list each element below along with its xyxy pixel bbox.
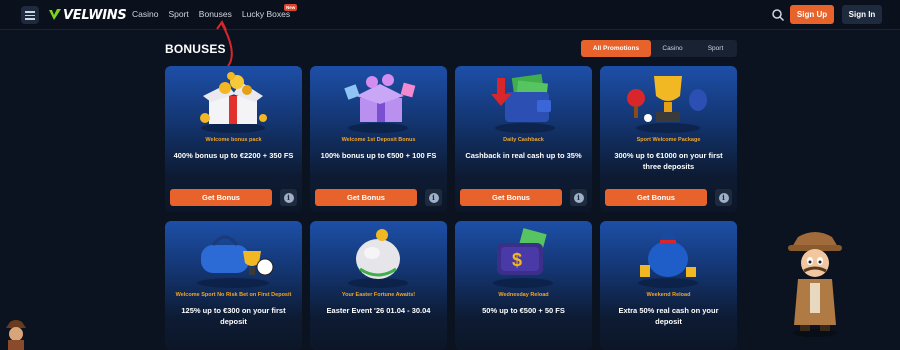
- info-button[interactable]: i: [425, 189, 442, 206]
- bonus-card: Welcome Sport No Risk Bet on First Depos…: [165, 221, 302, 350]
- new-badge: New: [284, 4, 298, 11]
- tab-all-promotions[interactable]: All Promotions: [581, 40, 651, 57]
- gift-box-icon: [200, 72, 267, 133]
- bonus-card: Sport Welcome Package 300% up to €1000 o…: [600, 66, 737, 212]
- logo-mark-icon: [49, 9, 61, 20]
- card-title: 50% up to €500 + 50 FS: [482, 306, 565, 315]
- info-button[interactable]: i: [715, 189, 732, 206]
- logo[interactable]: VELWINS: [48, 6, 127, 24]
- card-title: Easter Event '26 01.04 - 30.04: [326, 306, 431, 315]
- sports-bag-icon: [197, 235, 274, 288]
- card-tag: Daily Cashback: [503, 137, 544, 143]
- trophy-icon: [627, 76, 707, 133]
- bonus-card: Your Easter Fortune Awaits! Easter Event…: [310, 221, 447, 350]
- get-bonus-button[interactable]: Get Bonus: [170, 189, 272, 206]
- money-bag-icon: [638, 233, 698, 288]
- card-title: Cashback in real cash up to 35%: [465, 151, 582, 160]
- get-bonus-button[interactable]: Get Bonus: [605, 189, 707, 206]
- card-tag: Weekend Reload: [646, 292, 691, 298]
- card-tag: Wednesday Reload: [498, 292, 549, 298]
- info-button[interactable]: i: [570, 189, 587, 206]
- info-icon: i: [283, 192, 294, 203]
- bonus-card: $ Wednesday Reload 50% up to €500 + 50 F…: [455, 221, 592, 350]
- card-title: 300% up to €1000 on your first three dep…: [614, 151, 723, 171]
- card-tag: Welcome 1st Deposit Bonus: [341, 137, 416, 143]
- svg-text:$: $: [512, 250, 522, 270]
- search-icon[interactable]: [771, 8, 785, 22]
- menu-icon[interactable]: [21, 6, 39, 24]
- tab-casino[interactable]: Casino: [651, 40, 694, 57]
- nav-lucky-boxes[interactable]: Lucky Boxes: [242, 9, 290, 19]
- bonus-card: Weekend Reload Extra 50% real cash on yo…: [600, 221, 737, 350]
- get-bonus-button[interactable]: Get Bonus: [315, 189, 417, 206]
- info-icon: i: [718, 192, 729, 203]
- corner-mascot-icon: [6, 320, 26, 350]
- card-tag: Welcome Sport No Risk Bet on First Depos…: [175, 292, 292, 298]
- easter-egg-icon: [348, 229, 408, 288]
- bonus-card: Daily Cashback Cashback in real cash up …: [455, 66, 592, 212]
- bonus-card: Welcome 1st Deposit Bonus 100% bonus up …: [310, 66, 447, 212]
- info-button[interactable]: i: [280, 189, 297, 206]
- sign-up-button[interactable]: Sign Up: [790, 5, 834, 24]
- card-title: 100% bonus up to €500 + 100 FS: [320, 151, 437, 160]
- info-icon: i: [573, 192, 584, 203]
- top-header: VELWINS Casino Sport Bonuses Lucky Boxes…: [0, 0, 900, 30]
- info-icon: i: [428, 192, 439, 203]
- detective-mascot: [788, 232, 842, 337]
- promotion-tabs: All Promotions Casino Sport: [581, 40, 737, 57]
- card-title: 400% bonus up to €2200 + 350 FS: [173, 151, 294, 160]
- dollar-wallet-icon: $: [493, 228, 553, 288]
- bonus-card: Welcome bonus pack 400% bonus up to €220…: [165, 66, 302, 212]
- card-tag: Sport Welcome Package: [636, 137, 701, 143]
- gift-box-purple-icon: [344, 74, 416, 133]
- sign-in-button[interactable]: Sign In: [842, 5, 882, 24]
- card-title: 125% up to €300 on your first deposit: [181, 306, 286, 326]
- card-tag: Welcome bonus pack: [205, 137, 262, 143]
- tab-sport[interactable]: Sport: [694, 40, 737, 57]
- card-title: Extra 50% real cash on your deposit: [618, 306, 719, 326]
- card-tag: Your Easter Fortune Awaits!: [341, 292, 416, 298]
- wallet-icon: [491, 74, 555, 133]
- get-bonus-button[interactable]: Get Bonus: [460, 189, 562, 206]
- nav-sport[interactable]: Sport: [168, 9, 188, 19]
- nav-casino[interactable]: Casino: [132, 9, 158, 19]
- logo-text: VELWINS: [63, 7, 127, 23]
- page-title: BONUSES: [165, 42, 226, 56]
